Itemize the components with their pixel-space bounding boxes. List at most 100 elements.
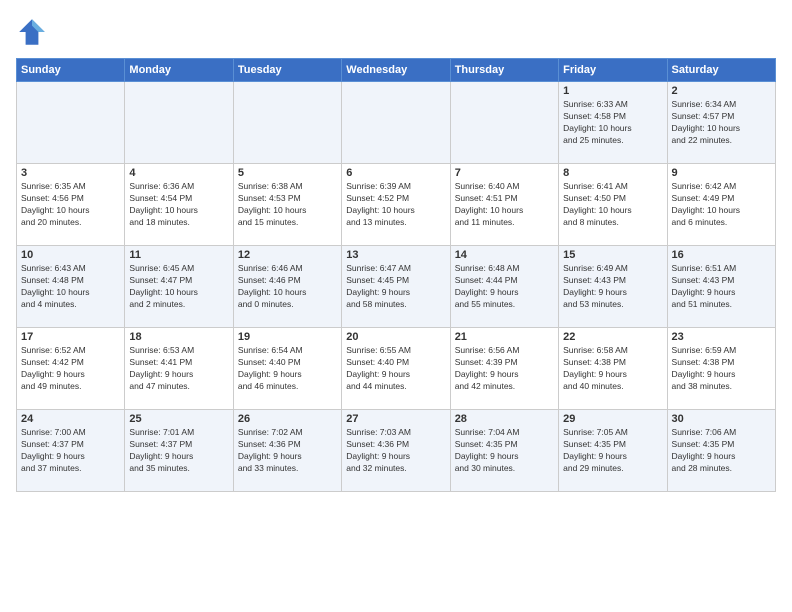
day-number: 12 xyxy=(238,249,337,261)
day-cell: 24Sunrise: 7:00 AM Sunset: 4:37 PM Dayli… xyxy=(17,410,125,492)
header-cell-thursday: Thursday xyxy=(450,59,558,82)
day-info: Sunrise: 6:45 AM Sunset: 4:47 PM Dayligh… xyxy=(129,263,228,311)
week-row-1: 1 Sunrise: 6:33 AM Sunset: 4:58 PM Daylig… xyxy=(17,82,776,164)
day-number: 14 xyxy=(455,249,554,261)
day-info: Sunrise: 7:04 AM Sunset: 4:35 PM Dayligh… xyxy=(455,427,554,475)
day-cell: 19 Sunrise: 6:54 AM Sunset: 4:40 PM Dayli… xyxy=(233,328,341,410)
header-cell-monday: Monday xyxy=(125,59,233,82)
day-cell: 29 Sunrise: 7:05 AM Sunset: 4:35 PM Dayli… xyxy=(559,410,667,492)
day-cell: 14 Sunrise: 6:48 AM Sunset: 4:44 PM Dayli… xyxy=(450,246,558,328)
day-cell xyxy=(17,82,125,164)
day-number: 28 xyxy=(455,413,554,425)
day-cell: 12Sunrise: 6:46 AM Sunset: 4:46 PM Dayli… xyxy=(233,246,341,328)
day-info: Sunrise: 6:34 AM Sunset: 4:57 PM Dayligh… xyxy=(672,99,771,147)
day-info: Sunrise: 7:05 AM Sunset: 4:35 PM Dayligh… xyxy=(563,427,662,475)
header-cell-saturday: Saturday xyxy=(667,59,775,82)
day-info: Sunrise: 6:55 AM Sunset: 4:40 PM Dayligh… xyxy=(346,345,445,393)
day-info: Sunrise: 6:48 AM Sunset: 4:44 PM Dayligh… xyxy=(455,263,554,311)
day-cell: 16Sunrise: 6:51 AM Sunset: 4:43 PM Dayli… xyxy=(667,246,775,328)
day-number: 26 xyxy=(238,413,337,425)
day-info: Sunrise: 6:40 AM Sunset: 4:51 PM Dayligh… xyxy=(455,181,554,229)
day-number: 1 xyxy=(563,85,662,97)
day-number: 15 xyxy=(563,249,662,261)
header-cell-wednesday: Wednesday xyxy=(342,59,450,82)
day-cell: 4 Sunrise: 6:36 AM Sunset: 4:54 PM Daylig… xyxy=(125,164,233,246)
day-info: Sunrise: 6:51 AM Sunset: 4:43 PM Dayligh… xyxy=(672,263,771,311)
day-number: 9 xyxy=(672,167,771,179)
day-number: 23 xyxy=(672,331,771,343)
day-number: 22 xyxy=(563,331,662,343)
day-cell: 10 Sunrise: 6:43 AM Sunset: 4:48 PM Dayli… xyxy=(17,246,125,328)
day-cell xyxy=(125,82,233,164)
header-cell-tuesday: Tuesday xyxy=(233,59,341,82)
week-row-4: 17Sunrise: 6:52 AM Sunset: 4:42 PM Dayli… xyxy=(17,328,776,410)
day-number: 25 xyxy=(129,413,228,425)
day-cell: 18 Sunrise: 6:53 AM Sunset: 4:41 PM Dayli… xyxy=(125,328,233,410)
day-number: 5 xyxy=(238,167,337,179)
day-number: 19 xyxy=(238,331,337,343)
day-info: Sunrise: 6:42 AM Sunset: 4:49 PM Dayligh… xyxy=(672,181,771,229)
header-cell-sunday: Sunday xyxy=(17,59,125,82)
day-cell: 2 Sunrise: 6:34 AM Sunset: 4:57 PM Daylig… xyxy=(667,82,775,164)
day-cell: 8Sunrise: 6:41 AM Sunset: 4:50 PM Daylig… xyxy=(559,164,667,246)
day-info: Sunrise: 6:54 AM Sunset: 4:40 PM Dayligh… xyxy=(238,345,337,393)
day-info: Sunrise: 6:56 AM Sunset: 4:39 PM Dayligh… xyxy=(455,345,554,393)
day-number: 4 xyxy=(129,167,228,179)
day-number: 11 xyxy=(129,249,228,261)
day-cell: 26Sunrise: 7:02 AM Sunset: 4:36 PM Dayli… xyxy=(233,410,341,492)
day-cell xyxy=(342,82,450,164)
day-info: Sunrise: 6:35 AM Sunset: 4:56 PM Dayligh… xyxy=(21,181,120,229)
week-row-2: 3 Sunrise: 6:35 AM Sunset: 4:56 PM Daylig… xyxy=(17,164,776,246)
day-number: 7 xyxy=(455,167,554,179)
day-cell: 23 Sunrise: 6:59 AM Sunset: 4:38 PM Dayli… xyxy=(667,328,775,410)
day-cell: 15 Sunrise: 6:49 AM Sunset: 4:43 PM Dayli… xyxy=(559,246,667,328)
day-cell: 20 Sunrise: 6:55 AM Sunset: 4:40 PM Dayli… xyxy=(342,328,450,410)
day-info: Sunrise: 7:06 AM Sunset: 4:35 PM Dayligh… xyxy=(672,427,771,475)
logo-icon xyxy=(16,16,48,48)
day-cell: 17Sunrise: 6:52 AM Sunset: 4:42 PM Dayli… xyxy=(17,328,125,410)
day-cell: 1 Sunrise: 6:33 AM Sunset: 4:58 PM Daylig… xyxy=(559,82,667,164)
day-info: Sunrise: 6:43 AM Sunset: 4:48 PM Dayligh… xyxy=(21,263,120,311)
day-number: 27 xyxy=(346,413,445,425)
day-info: Sunrise: 6:53 AM Sunset: 4:41 PM Dayligh… xyxy=(129,345,228,393)
day-cell: 5 Sunrise: 6:38 AM Sunset: 4:53 PM Daylig… xyxy=(233,164,341,246)
day-cell: 25Sunrise: 7:01 AM Sunset: 4:37 PM Dayli… xyxy=(125,410,233,492)
day-info: Sunrise: 7:00 AM Sunset: 4:37 PM Dayligh… xyxy=(21,427,120,475)
day-cell: 30 Sunrise: 7:06 AM Sunset: 4:35 PM Dayli… xyxy=(667,410,775,492)
page: SundayMondayTuesdayWednesdayThursdayFrid… xyxy=(0,0,792,612)
day-number: 30 xyxy=(672,413,771,425)
day-number: 8 xyxy=(563,167,662,179)
day-cell: 7 Sunrise: 6:40 AM Sunset: 4:51 PM Daylig… xyxy=(450,164,558,246)
day-number: 6 xyxy=(346,167,445,179)
day-cell: 28 Sunrise: 7:04 AM Sunset: 4:35 PM Dayli… xyxy=(450,410,558,492)
day-number: 13 xyxy=(346,249,445,261)
day-cell: 27 Sunrise: 7:03 AM Sunset: 4:36 PM Dayli… xyxy=(342,410,450,492)
day-number: 29 xyxy=(563,413,662,425)
day-info: Sunrise: 6:59 AM Sunset: 4:38 PM Dayligh… xyxy=(672,345,771,393)
week-row-3: 10 Sunrise: 6:43 AM Sunset: 4:48 PM Dayli… xyxy=(17,246,776,328)
day-number: 20 xyxy=(346,331,445,343)
day-info: Sunrise: 6:47 AM Sunset: 4:45 PM Dayligh… xyxy=(346,263,445,311)
day-info: Sunrise: 6:36 AM Sunset: 4:54 PM Dayligh… xyxy=(129,181,228,229)
day-number: 2 xyxy=(672,85,771,97)
day-cell xyxy=(450,82,558,164)
header-cell-friday: Friday xyxy=(559,59,667,82)
day-info: Sunrise: 6:49 AM Sunset: 4:43 PM Dayligh… xyxy=(563,263,662,311)
day-info: Sunrise: 6:38 AM Sunset: 4:53 PM Dayligh… xyxy=(238,181,337,229)
day-cell: 6 Sunrise: 6:39 AM Sunset: 4:52 PM Daylig… xyxy=(342,164,450,246)
header xyxy=(16,16,776,48)
day-info: Sunrise: 6:33 AM Sunset: 4:58 PM Dayligh… xyxy=(563,99,662,147)
day-number: 18 xyxy=(129,331,228,343)
logo xyxy=(16,16,52,48)
week-row-5: 24Sunrise: 7:00 AM Sunset: 4:37 PM Dayli… xyxy=(17,410,776,492)
day-number: 3 xyxy=(21,167,120,179)
day-cell: 9 Sunrise: 6:42 AM Sunset: 4:49 PM Daylig… xyxy=(667,164,775,246)
day-number: 21 xyxy=(455,331,554,343)
day-cell: 22Sunrise: 6:58 AM Sunset: 4:38 PM Dayli… xyxy=(559,328,667,410)
day-info: Sunrise: 7:03 AM Sunset: 4:36 PM Dayligh… xyxy=(346,427,445,475)
day-number: 10 xyxy=(21,249,120,261)
day-info: Sunrise: 6:39 AM Sunset: 4:52 PM Dayligh… xyxy=(346,181,445,229)
day-cell: 11 Sunrise: 6:45 AM Sunset: 4:47 PM Dayli… xyxy=(125,246,233,328)
day-cell: 13 Sunrise: 6:47 AM Sunset: 4:45 PM Dayli… xyxy=(342,246,450,328)
day-cell: 21 Sunrise: 6:56 AM Sunset: 4:39 PM Dayli… xyxy=(450,328,558,410)
